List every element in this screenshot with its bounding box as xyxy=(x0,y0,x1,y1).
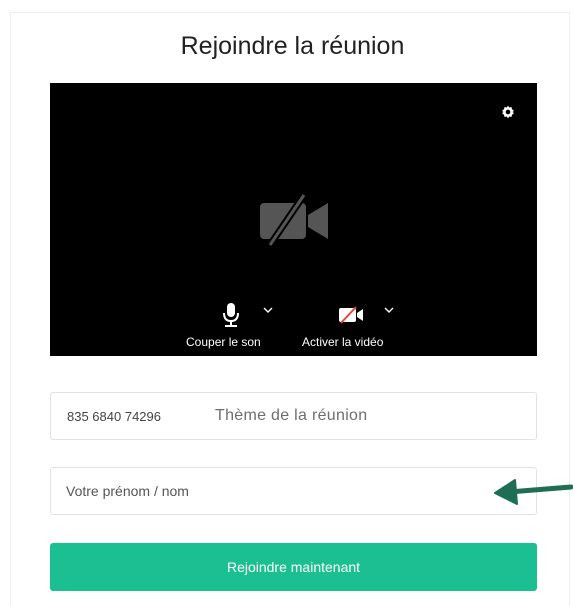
mute-audio-control[interactable]: Couper le son xyxy=(184,298,284,349)
meeting-info-field: 835 6840 74296 Thème de la réunion xyxy=(50,392,537,440)
video-off-icon xyxy=(260,193,328,247)
meeting-topic: Thème de la réunion xyxy=(215,407,368,424)
video-off-icon xyxy=(339,306,363,324)
pointer-arrow-icon xyxy=(494,479,573,505)
chevron-down-icon[interactable] xyxy=(384,307,394,313)
name-field[interactable] xyxy=(50,467,537,515)
join-now-button[interactable]: Rejoindre maintenant xyxy=(50,543,537,591)
microphone-icon xyxy=(223,303,239,327)
dialog-title: Rejoindre la réunion xyxy=(180,32,405,60)
mute-audio-label: Couper le son xyxy=(186,335,261,349)
video-preview: Couper le son Activer la vidéo xyxy=(50,83,537,356)
start-video-control[interactable]: Activer la vidéo xyxy=(298,298,408,349)
gear-icon[interactable] xyxy=(501,105,515,119)
meeting-id: 835 6840 74296 xyxy=(67,409,161,424)
start-video-label: Activer la vidéo xyxy=(302,335,384,349)
chevron-down-icon[interactable] xyxy=(263,307,273,313)
name-input[interactable] xyxy=(51,468,486,514)
